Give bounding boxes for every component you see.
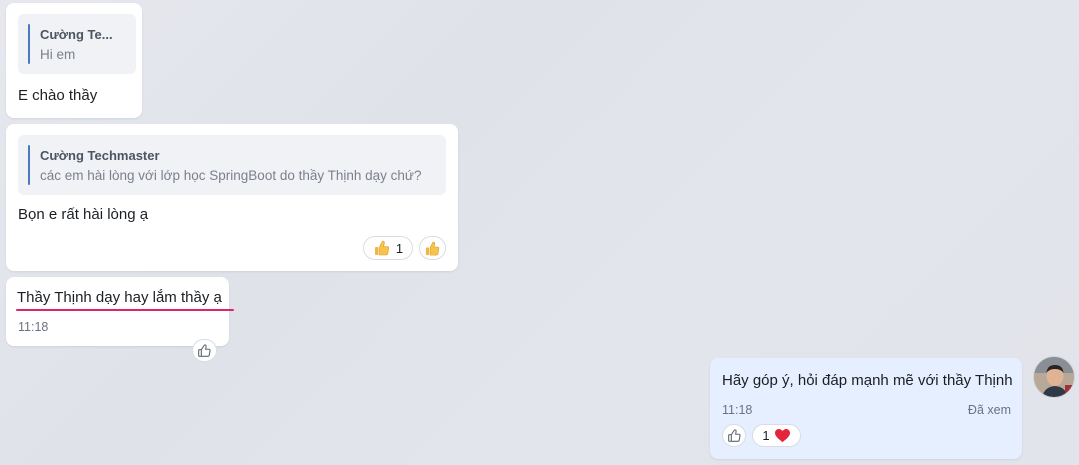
quote-author: Cường Te...: [40, 27, 113, 42]
text-underline-annotation: [16, 309, 234, 311]
message-bubble-2[interactable]: Cường Techmaster các em hài lòng với lớp…: [6, 124, 458, 271]
thumbs-up-outline-icon: [727, 428, 742, 443]
quote-bar: [28, 24, 30, 64]
user-avatar[interactable]: [1033, 356, 1075, 398]
message-text: Thầy Thịnh dạy hay lắm thầy ạ: [17, 289, 222, 306]
message-time: 11:18: [18, 320, 49, 334]
quote-bar: [28, 145, 30, 185]
thumbs-up-outline-icon: [197, 343, 212, 358]
message-time: 11:18: [722, 403, 753, 417]
reaction-pill[interactable]: 1: [752, 424, 801, 447]
seen-status: Đã xem: [967, 403, 1011, 417]
message-bubble-sent[interactable]: Hãy góp ý, hỏi đáp mạnh mẽ với thầy Thịn…: [710, 358, 1022, 459]
add-reaction-button[interactable]: [419, 236, 446, 260]
message-bubble-3[interactable]: Thầy Thịnh dạy hay lắm thầy ạ 11:18: [6, 277, 234, 346]
thumbs-up-emoji-icon: [373, 239, 391, 257]
reaction-count: 1: [395, 240, 404, 256]
reaction-pill[interactable]: 1: [363, 236, 413, 260]
message-text: E chào thầy: [18, 87, 98, 104]
quoted-message[interactable]: Cường Te... Hi em: [18, 14, 136, 74]
add-reaction-button[interactable]: [192, 339, 217, 362]
quoted-message[interactable]: Cường Techmaster các em hài lòng với lớp…: [18, 135, 446, 195]
quote-text: các em hài lòng với lớp học SpringBoot d…: [40, 168, 422, 183]
message-text: Hãy góp ý, hỏi đáp mạnh mẽ với thầy Thịn…: [722, 372, 1013, 389]
quote-text: Hi em: [40, 47, 76, 62]
heart-emoji-icon: [774, 428, 791, 443]
quote-author: Cường Techmaster: [40, 148, 160, 163]
message-text: Bọn e rất hài lòng ạ: [18, 206, 149, 223]
thumbs-up-emoji-icon: [424, 240, 441, 257]
add-reaction-button[interactable]: [722, 424, 746, 447]
message-bubble-1[interactable]: Cường Te... Hi em E chào thầy: [6, 3, 142, 118]
reaction-count: 1: [762, 428, 770, 443]
